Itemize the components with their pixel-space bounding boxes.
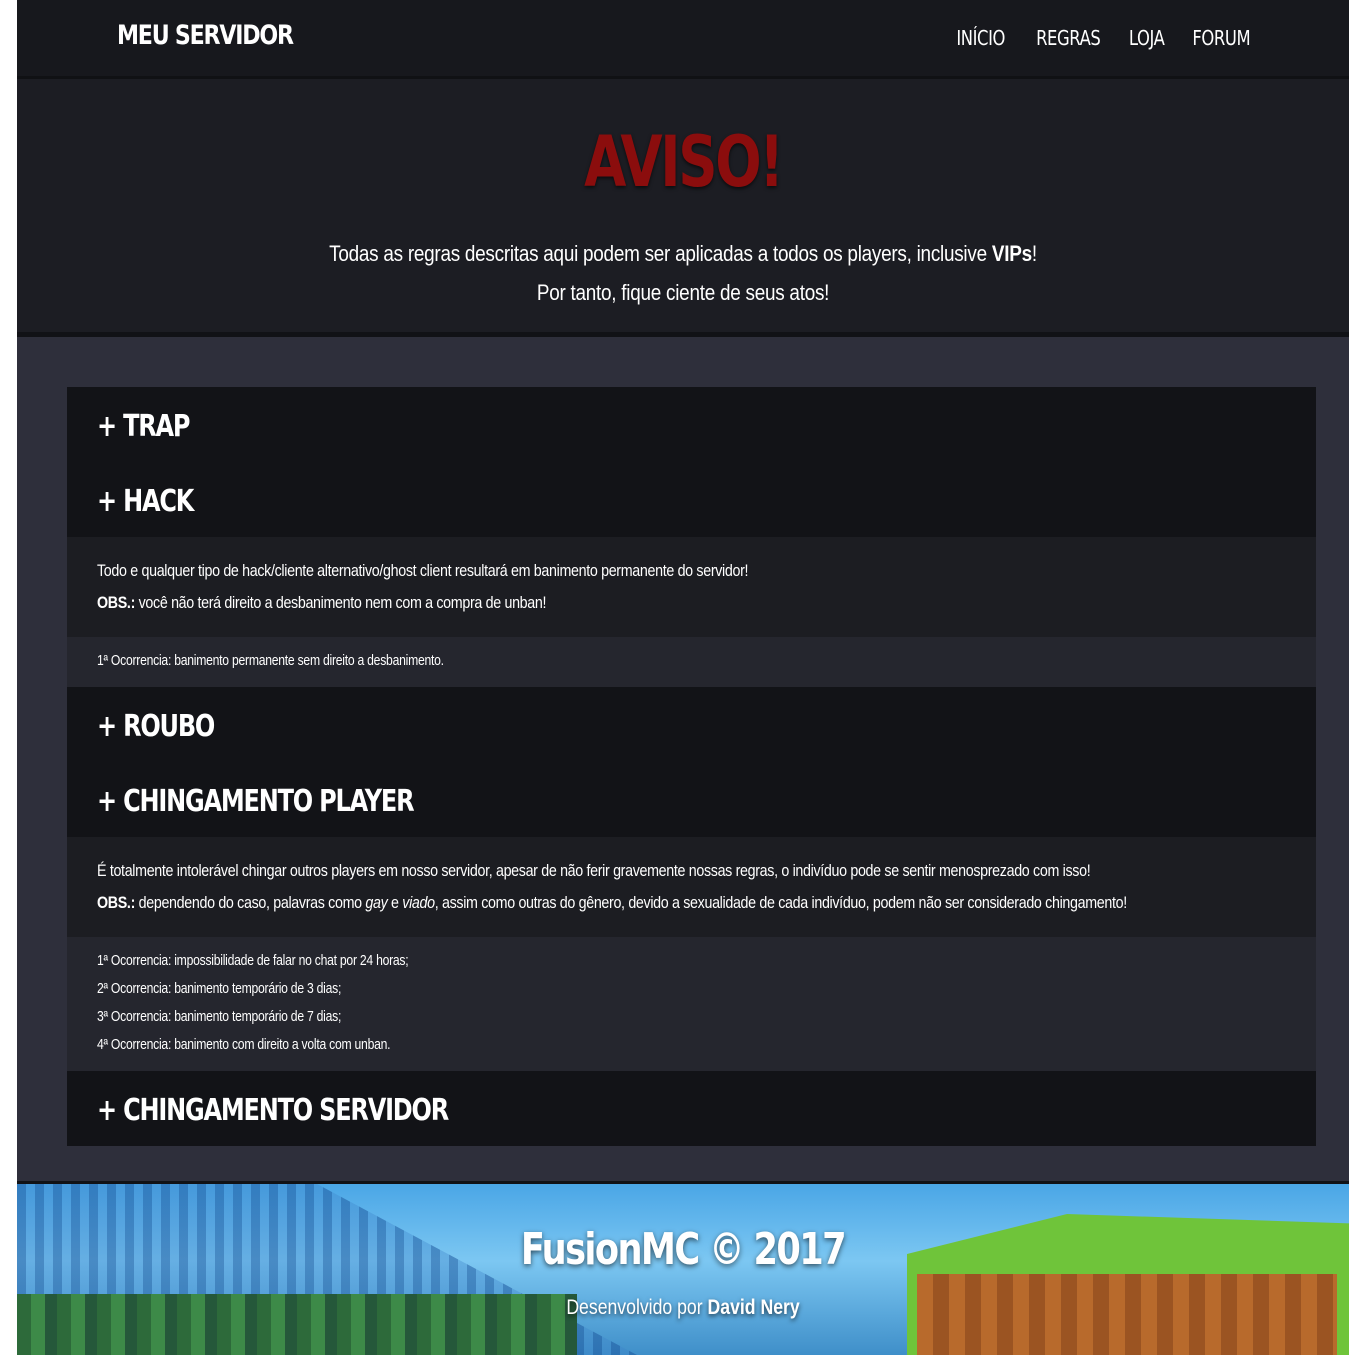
obs-text: , assim como outras do gênero, devido a … [434, 893, 1127, 912]
rule-header-trap[interactable]: + TRAP [67, 387, 1316, 462]
nav-links: INÍCIO REGRAS LOJA FORUM [951, 26, 1257, 50]
penalty-item: 1ª Ocorrencia: impossibilidade de falar … [97, 953, 409, 969]
rule-penalties-chingamento-player: 1ª Ocorrencia: impossibilidade de falar … [67, 937, 1316, 1071]
penalty-item: 2ª Ocorrencia: banimento temporário de 3… [97, 981, 342, 997]
warning-line-1-text: Todas as regras descritas aqui podem ser… [329, 241, 992, 266]
rule-body-chingamento-player: É totalmente intolerável chingar outros … [67, 837, 1316, 937]
obs-text: você não terá direito a desbanimento nem… [134, 593, 547, 612]
footer-credits: Desenvolvido por David Nery [124, 1296, 1243, 1320]
obs-label: OBS.: [97, 893, 135, 912]
rule-description: É totalmente intolerável chingar outros … [97, 861, 1091, 880]
rule-header-chingamento-servidor[interactable]: + CHINGAMENTO SERVIDOR [67, 1071, 1316, 1146]
footer: FusionMC © 2017 Desenvolvido por David N… [17, 1181, 1349, 1355]
warning-vips: VIPs [991, 241, 1032, 266]
footer-developer-name[interactable]: David Nery [708, 1296, 800, 1319]
rule-title-chingamento-servidor: + CHINGAMENTO SERVIDOR [97, 1093, 449, 1128]
obs-text: dependendo do caso, palavras como [134, 893, 366, 912]
page: MEU SERVIDOR INÍCIO REGRAS LOJA FORUM AV… [17, 0, 1349, 1355]
rule-header-chingamento-player[interactable]: + CHINGAMENTO PLAYER [67, 762, 1316, 837]
rule-title-roubo: + ROUBO [97, 709, 215, 744]
rules-accordion: + TRAP + HACK Todo e qualquer tipo de ha… [67, 387, 1316, 1146]
warning-line-2: Por tanto, fique ciente de seus atos! [536, 280, 830, 305]
footer-title: FusionMC © 2017 [520, 1224, 847, 1275]
footer-credits-prefix: Desenvolvido por [566, 1296, 708, 1319]
rule-body-hack: Todo e qualquer tipo de hack/cliente alt… [67, 537, 1316, 637]
rule-header-hack[interactable]: + HACK [67, 462, 1316, 537]
rule-description: Todo e qualquer tipo de hack/cliente alt… [97, 561, 749, 580]
rule-title-hack: + HACK [97, 484, 194, 519]
obs-italic-word: gay [365, 893, 388, 912]
penalty-item: 3ª Ocorrencia: banimento temporário de 7… [97, 1009, 342, 1025]
rule-obs: OBS.: você não terá direito a desbanimen… [97, 587, 1096, 619]
warning-line-1-suffix: ! [1031, 241, 1037, 266]
warning-text: Todas as regras descritas aqui podem ser… [110, 234, 1256, 312]
nav-link-regras[interactable]: REGRAS [1036, 26, 1101, 50]
rule-title-chingamento-player: + CHINGAMENTO PLAYER [97, 784, 415, 819]
obs-italic-word: viado [402, 893, 435, 912]
warning-line-1: Todas as regras descritas aqui podem ser… [110, 234, 1256, 273]
rule-header-roubo[interactable]: + ROUBO [67, 687, 1316, 762]
nav-link-loja[interactable]: LOJA [1129, 26, 1165, 50]
nav-link-forum[interactable]: FORUM [1193, 26, 1251, 50]
obs-text: e [387, 893, 403, 912]
rule-obs: OBS.: dependendo do caso, palavras como … [97, 887, 1127, 919]
penalty-item: 1ª Ocorrencia: banimento permanente sem … [97, 653, 444, 669]
warning-hero: AVISO! Todas as regras descritas aqui po… [17, 79, 1349, 337]
rule-title-trap: + TRAP [97, 409, 190, 444]
rule-penalties-hack: 1ª Ocorrencia: banimento permanente sem … [67, 637, 1316, 687]
brand-logo[interactable]: MEU SERVIDOR [117, 20, 294, 51]
nav-link-inicio[interactable]: INÍCIO [957, 26, 1006, 50]
obs-label: OBS.: [97, 593, 135, 612]
penalty-item: 4ª Ocorrencia: banimento com direito a v… [97, 1037, 391, 1053]
warning-title: AVISO! [584, 121, 784, 203]
navbar: MEU SERVIDOR INÍCIO REGRAS LOJA FORUM [17, 0, 1349, 79]
